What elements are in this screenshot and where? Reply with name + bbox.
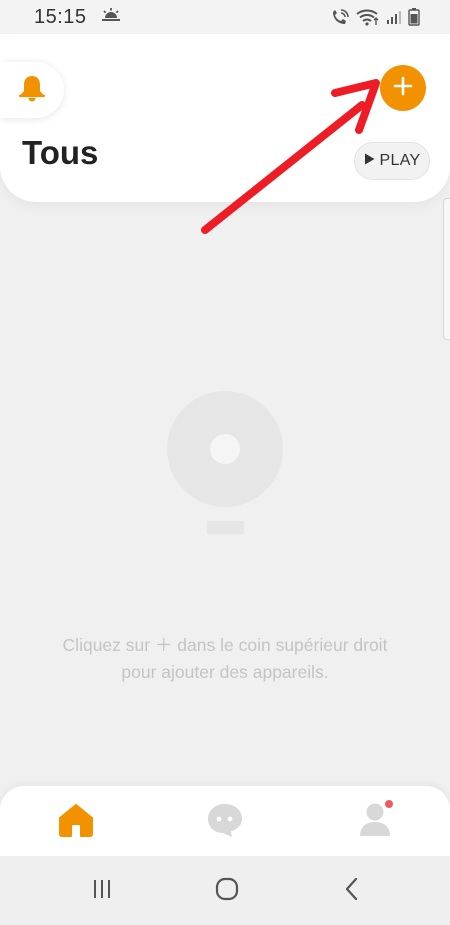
bottom-nav <box>0 786 450 856</box>
nav-profile[interactable] <box>355 800 395 842</box>
home-icon <box>58 803 94 842</box>
battery-icon <box>408 8 420 26</box>
back-icon <box>342 877 362 906</box>
play-icon <box>364 152 375 170</box>
system-nav-bar <box>0 856 450 925</box>
home-circle-icon <box>214 876 240 907</box>
plus-icon <box>393 76 413 101</box>
wifi-call-icon <box>330 8 350 26</box>
notification-dot <box>385 800 393 808</box>
header-card: Tous PLAY <box>0 34 450 202</box>
wifi-icon <box>356 8 380 26</box>
notifications-button[interactable] <box>0 62 64 118</box>
page-title: Tous <box>22 134 99 171</box>
nav-chat[interactable] <box>205 802 245 842</box>
recents-button[interactable] <box>87 878 117 904</box>
nav-home[interactable] <box>56 802 96 842</box>
chat-icon <box>206 802 244 843</box>
recents-icon <box>91 878 113 905</box>
status-bar: 15:15 <box>0 0 450 34</box>
empty-state-message: Cliquez sur ＋ dans le coin supérieur dro… <box>0 632 450 686</box>
empty-device-illustration <box>166 390 284 536</box>
play-label: PLAY <box>379 152 421 169</box>
empty-state-line-1: Cliquez sur ＋ dans le coin supérieur dro… <box>62 635 388 655</box>
side-drawer-handle[interactable] <box>443 198 450 340</box>
system-home-button[interactable] <box>212 876 242 907</box>
add-device-button[interactable] <box>380 65 426 111</box>
status-time: 15:15 <box>34 5 87 28</box>
bell-icon <box>17 74 47 107</box>
weather-sunrise-icon <box>101 7 121 28</box>
play-button[interactable]: PLAY <box>354 142 430 180</box>
empty-state-line-2: pour ajouter des appareils. <box>121 662 329 682</box>
signal-icon <box>386 9 402 25</box>
back-button[interactable] <box>337 877 367 906</box>
